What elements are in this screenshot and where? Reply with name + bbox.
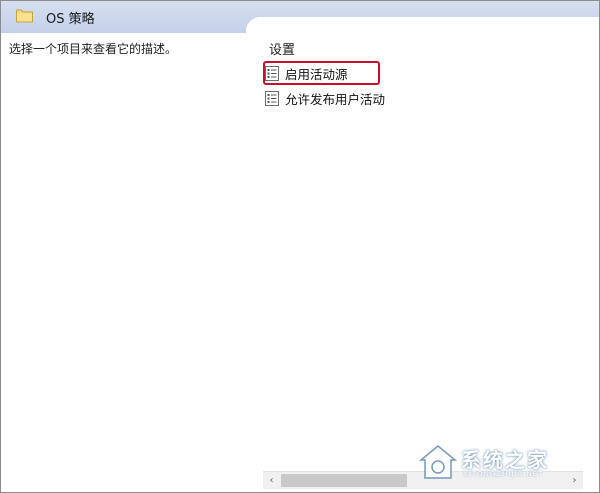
list-item-label: 允许发布用户活动 bbox=[285, 91, 386, 107]
page-title: OS 策略 bbox=[46, 12, 95, 27]
scrollbar-thumb[interactable] bbox=[281, 474, 407, 487]
watermark-logo-icon bbox=[418, 445, 458, 479]
policy-setting-icon bbox=[265, 90, 279, 106]
folder-icon bbox=[16, 9, 33, 23]
description-pane: 选择一个项目来查看它的描述。 bbox=[1, 33, 251, 492]
description-text: 选择一个项目来查看它的描述。 bbox=[9, 42, 178, 56]
policy-window: OS 策略 选择一个项目来查看它的描述。 设置 启用活动源 允许发布用户活动 ‹… bbox=[0, 0, 600, 493]
list-item-enable-activity-feed[interactable]: 启用活动源 bbox=[263, 61, 380, 85]
column-header-settings[interactable]: 设置 bbox=[269, 39, 295, 58]
watermark-text: 系统之家 bbox=[461, 448, 549, 472]
list-item-allow-publish-user-activity[interactable]: 允许发布用户活动 bbox=[265, 88, 385, 108]
settings-list: 设置 启用活动源 允许发布用户活动 bbox=[251, 33, 599, 492]
list-item-label: 启用活动源 bbox=[285, 66, 348, 82]
watermark: 系统之家 XITONGZHIJIA.NET bbox=[413, 440, 593, 486]
policy-setting-icon bbox=[265, 65, 279, 81]
watermark-subtext: XITONGZHIJIA.NET bbox=[463, 470, 544, 478]
scroll-left-arrow-icon[interactable]: ‹ bbox=[263, 472, 280, 489]
